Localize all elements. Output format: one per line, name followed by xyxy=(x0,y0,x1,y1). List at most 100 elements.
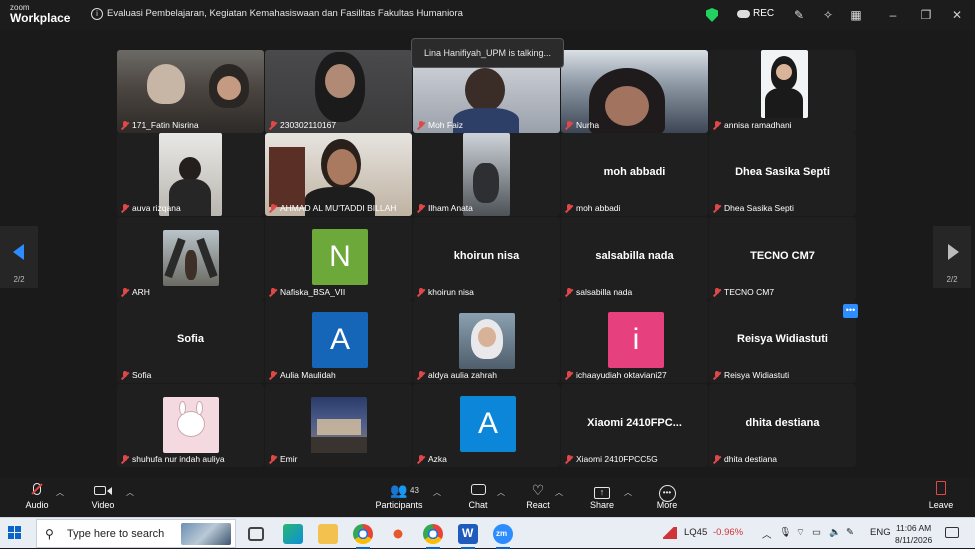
arrow-left-icon xyxy=(13,244,24,260)
windows-taskbar: ⚲ Type here to search W zm LQ45 -0.96% ︿… xyxy=(0,517,975,549)
participant-label: annisa ramadhani xyxy=(713,120,792,130)
close-icon[interactable]: ✕ xyxy=(949,7,965,23)
task-view-icon[interactable] xyxy=(248,527,264,541)
rec-button[interactable]: REC xyxy=(737,8,774,19)
participants-options-icon[interactable]: ︿ xyxy=(433,487,441,498)
react-options-icon[interactable]: ︿ xyxy=(555,487,563,498)
active-speaker-banner: Lina Hanifiyah_UPM is talking... xyxy=(411,38,564,68)
participant-tile[interactable]: i ichaayudiah oktaviani27 xyxy=(561,300,708,383)
info-icon[interactable]: i xyxy=(91,8,103,20)
windows-start-icon[interactable] xyxy=(8,526,22,540)
store-app-icon[interactable] xyxy=(283,524,303,544)
stock-change[interactable]: -0.96% xyxy=(713,527,743,538)
mic-muted-icon xyxy=(121,370,129,380)
participant-tile[interactable]: Nurha xyxy=(561,50,708,133)
participant-tile[interactable]: 171_Fatin Nisrina xyxy=(117,50,264,133)
sparkle-app-icon[interactable] xyxy=(388,524,408,544)
participant-tile[interactable]: ARH xyxy=(117,217,264,300)
notifications-icon[interactable] xyxy=(945,527,959,538)
participant-label: aldya aulia zahrah xyxy=(417,370,497,380)
react-label: React xyxy=(526,500,550,510)
minimize-icon[interactable]: – xyxy=(885,7,901,23)
profile-photo xyxy=(311,397,367,453)
participant-tile[interactable]: annisa ramadhani xyxy=(709,50,856,133)
participant-display-name: Reisya Widiastuti xyxy=(737,333,828,345)
clock[interactable]: 11:06 AM 8/11/2026 xyxy=(895,522,932,546)
person-shape xyxy=(473,163,499,203)
share-options-icon[interactable]: ︿ xyxy=(624,487,632,498)
participant-label: Nurha xyxy=(565,120,599,130)
microphone-icon[interactable]: 🎙 xyxy=(779,527,791,538)
video-button[interactable]: Video xyxy=(88,481,118,510)
more-button[interactable]: ••• More xyxy=(652,481,682,510)
network-icon[interactable]: ⌔ xyxy=(796,527,805,538)
participant-tile[interactable]: 230302110167 xyxy=(265,50,412,133)
next-page-button[interactable]: 2/2 xyxy=(933,226,971,288)
video-label: Video xyxy=(91,500,115,510)
file-explorer-icon[interactable] xyxy=(318,524,338,544)
zoom-app-icon[interactable]: zm xyxy=(493,524,513,549)
participant-tile[interactable]: Ilham Anata xyxy=(413,133,560,216)
date: 8/11/2026 xyxy=(895,535,933,545)
participant-display-name: moh abbadi xyxy=(603,166,666,178)
chrome-icon[interactable] xyxy=(353,524,373,549)
chevron-up-icon[interactable]: ︿ xyxy=(762,527,772,541)
video-options-icon[interactable]: ︿ xyxy=(126,487,134,498)
title-bar: zoom Workplace i Evaluasi Pembelajaran, … xyxy=(0,0,975,30)
chrome-icon[interactable] xyxy=(423,524,443,549)
avatar: A xyxy=(312,312,368,368)
participant-tile[interactable]: N Nafiska_BSA_VII xyxy=(265,217,412,300)
taskbar-search[interactable]: ⚲ Type here to search xyxy=(36,519,236,548)
word-icon[interactable]: W xyxy=(458,524,478,549)
mic-muted-icon xyxy=(713,203,721,213)
participant-label: 171_Fatin Nisrina xyxy=(121,120,199,130)
building-shape xyxy=(269,147,305,207)
participant-tile[interactable]: TECNO CM7 TECNO CM7 xyxy=(709,217,856,300)
participant-tile[interactable]: salsabilla nada salsabilla nada xyxy=(561,217,708,300)
audio-button[interactable]: Audio xyxy=(22,481,52,510)
chat-options-icon[interactable]: ︿ xyxy=(497,487,505,498)
battery-icon[interactable]: ▭ xyxy=(812,527,821,538)
participant-tile[interactable]: Dhea Sasika Septi Dhea Sasika Septi xyxy=(709,133,856,216)
leave-button[interactable]: Leave xyxy=(926,481,956,510)
participant-label: dhita destiana xyxy=(713,454,777,464)
language-indicator[interactable]: ENG xyxy=(870,527,891,538)
sparkle-icon[interactable]: ✧ xyxy=(820,7,836,23)
shield-icon[interactable] xyxy=(706,8,718,22)
page-indicator: 2/2 xyxy=(946,275,958,284)
participant-tile[interactable]: shuhufa nur indah auliya xyxy=(117,384,264,467)
participant-tile[interactable]: moh abbadi moh abbadi xyxy=(561,133,708,216)
stock-chart-icon[interactable] xyxy=(663,527,677,539)
tile-options-icon[interactable]: ••• xyxy=(843,304,858,318)
apps-grid-icon[interactable]: ▦ xyxy=(848,7,864,23)
volume-icon[interactable]: 🔈 xyxy=(829,527,841,538)
participant-tile[interactable]: aldya aulia zahrah xyxy=(413,300,560,383)
previous-page-button[interactable]: 2/2 xyxy=(0,226,38,288)
participant-label: AHMAD AL MU'TADDI BILLAH xyxy=(269,203,396,213)
react-button[interactable]: ♡ React xyxy=(523,481,553,510)
mic-muted-icon xyxy=(269,120,277,130)
share-button[interactable]: ↑ Share xyxy=(587,481,617,510)
participant-tile[interactable]: dhita destiana dhita destiana xyxy=(709,384,856,467)
stock-name[interactable]: LQ45 xyxy=(684,527,707,538)
restore-icon[interactable]: ❐ xyxy=(918,7,934,23)
participant-display-name: Xiaomi 2410FPC... xyxy=(587,417,682,429)
participant-tile[interactable]: khoirun nisa khoirun nisa xyxy=(413,217,560,300)
participant-tile[interactable]: Sofia Sofia xyxy=(117,300,264,383)
participant-tile[interactable]: Emir xyxy=(265,384,412,467)
participant-tile[interactable]: Reisya Widiastuti Reisya Widiastuti xyxy=(709,300,856,383)
annotate-icon[interactable]: ✎ xyxy=(791,7,807,23)
participant-tile[interactable]: AHMAD AL MU'TADDI BILLAH xyxy=(265,133,412,216)
more-label: More xyxy=(656,500,678,510)
participant-tile[interactable]: auva rizqana xyxy=(117,133,264,216)
participant-tile[interactable]: A Azka xyxy=(413,384,560,467)
audio-options-icon[interactable]: ︿ xyxy=(56,487,64,498)
mic-muted-icon xyxy=(121,454,129,464)
chat-button[interactable]: Chat xyxy=(463,481,493,510)
participant-label: ARH xyxy=(121,287,150,297)
pen-icon[interactable]: ✎ xyxy=(846,527,854,538)
mic-muted-icon xyxy=(417,370,425,380)
participant-tile[interactable]: A Aulia Maulidah xyxy=(265,300,412,383)
participant-tile[interactable]: Xiaomi 2410FPC... Xiaomi 2410FPCC5G xyxy=(561,384,708,467)
more-dots-icon: ••• xyxy=(652,481,682,502)
